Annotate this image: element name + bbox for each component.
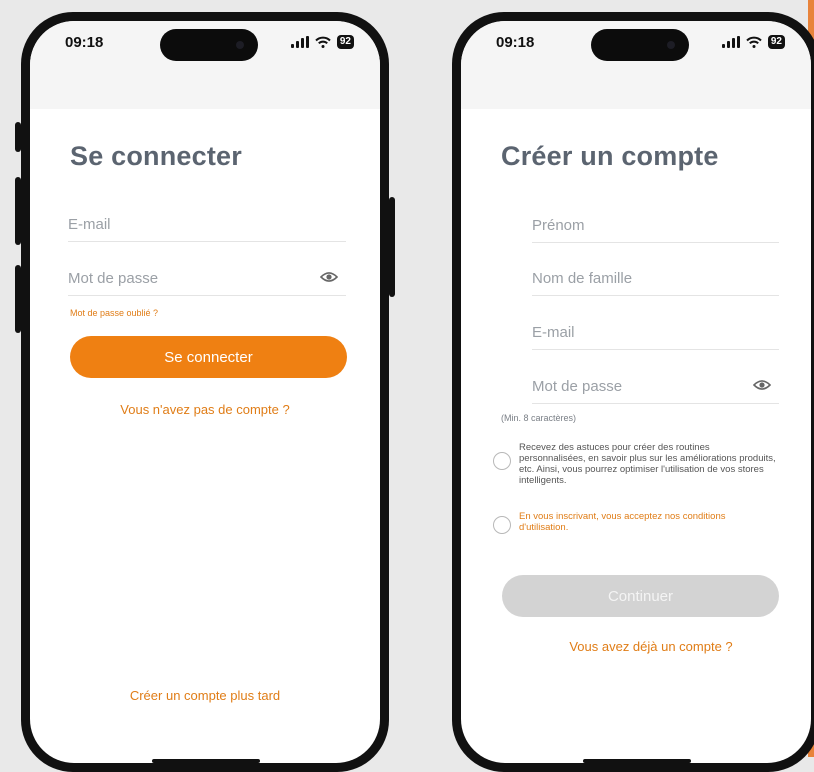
- phone-volume-up-button: [15, 177, 21, 245]
- first-name-input[interactable]: [532, 208, 779, 242]
- newsletter-checkbox[interactable]: [493, 452, 511, 470]
- first-name-field: [532, 208, 779, 243]
- signal-icon: [290, 36, 309, 48]
- email-field: [532, 315, 779, 350]
- battery-icon: 92: [767, 35, 785, 49]
- last-name-input[interactable]: [532, 261, 779, 295]
- phone-action-button: [15, 122, 21, 152]
- dynamic-island: [591, 29, 689, 61]
- camera-dot: [667, 41, 675, 49]
- wifi-icon: [315, 36, 331, 48]
- email-field: [68, 207, 346, 242]
- password-input[interactable]: [532, 369, 779, 403]
- newsletter-text: Recevez des astuces pour créer des routi…: [519, 442, 776, 486]
- email-input[interactable]: [68, 207, 346, 241]
- home-indicator: [583, 759, 691, 763]
- status-bar: 09:18 92: [30, 21, 380, 109]
- phone-frame-login: 09:18 92 Se connecter E-mail Mot de pass…: [15, 12, 395, 772]
- password-hint: (Min. 8 caractères): [501, 413, 577, 423]
- forgot-password-link[interactable]: Mot de passe oublié ?: [70, 308, 158, 318]
- page-title: Se connecter: [70, 141, 242, 171]
- no-account-link[interactable]: Vous n'avez pas de compte ?: [30, 402, 380, 417]
- battery-icon: 92: [336, 35, 354, 49]
- terms-checkbox[interactable]: [493, 516, 511, 534]
- home-indicator: [152, 759, 260, 763]
- password-input[interactable]: [68, 261, 346, 295]
- status-time: 09:18: [65, 34, 104, 51]
- status-icons: 92: [721, 35, 785, 49]
- eye-icon[interactable]: [320, 271, 338, 283]
- create-account-later-link[interactable]: Créer un compte plus tard: [30, 688, 380, 703]
- status-bar: 09:18 92: [461, 21, 811, 109]
- login-button[interactable]: Se connecter: [70, 336, 347, 378]
- dynamic-island: [160, 29, 258, 61]
- login-screen: 09:18 92 Se connecter E-mail Mot de pass…: [30, 21, 380, 763]
- password-field: [68, 261, 346, 296]
- wifi-icon: [746, 36, 762, 48]
- signal-icon: [721, 36, 740, 48]
- signup-screen: 09:18 92 Créer un compte Prénom Nom de f…: [461, 21, 811, 763]
- page-title: Créer un compte: [501, 141, 719, 171]
- phone-volume-down-button: [15, 265, 21, 333]
- password-field: [532, 369, 779, 404]
- email-input[interactable]: [532, 315, 779, 349]
- eye-icon[interactable]: [753, 379, 771, 391]
- terms-link[interactable]: En vous inscrivant, vous acceptez nos co…: [519, 511, 777, 533]
- continue-button[interactable]: Continuer: [502, 575, 779, 617]
- camera-dot: [236, 41, 244, 49]
- status-icons: 92: [290, 35, 354, 49]
- last-name-field: [532, 261, 779, 296]
- phone-power-button: [389, 197, 395, 297]
- status-time: 09:18: [496, 34, 535, 51]
- have-account-link[interactable]: Vous avez déjà un compte ?: [491, 639, 811, 654]
- phone-frame-signup: 09:18 92 Créer un compte Prénom Nom de f…: [452, 12, 814, 772]
